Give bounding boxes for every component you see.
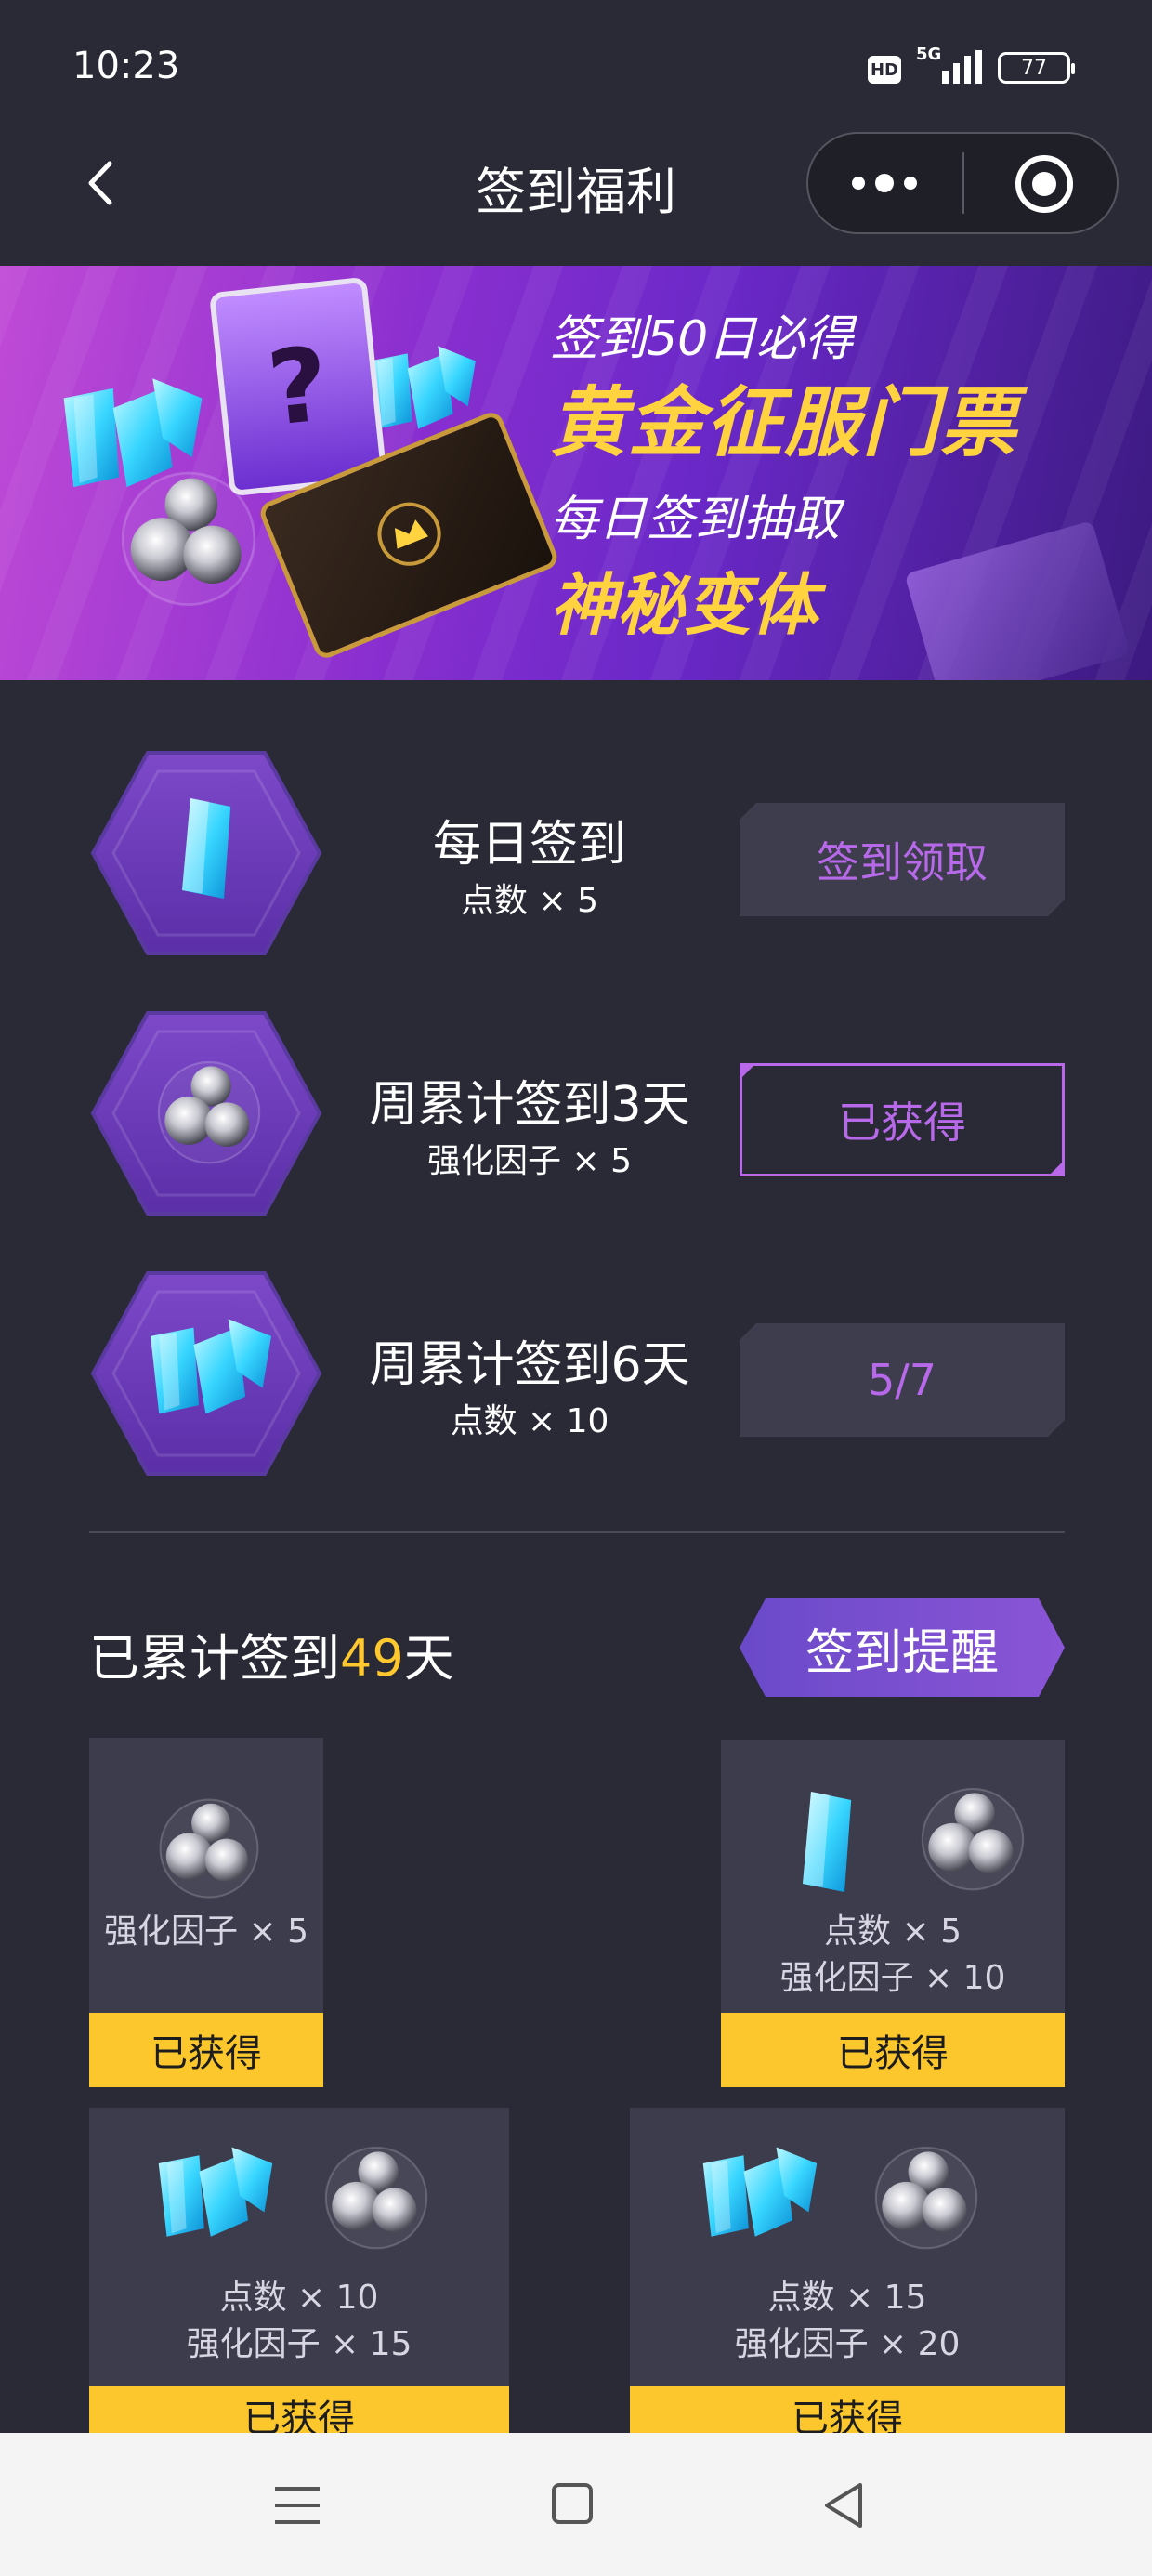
reward-card-1-line-1: 强化因子 × 5 — [104, 1912, 308, 1951]
reward-card-3-line-1: 点数 × 10 — [219, 2279, 379, 2317]
crystal-cluster-icon — [695, 2136, 825, 2256]
banner-line-3: 每日签到抽取 — [550, 492, 841, 547]
reward-card-3: 点数 × 10 强化因子 × 15 已获得 — [89, 2108, 509, 2444]
banner-orb-icon — [110, 457, 268, 615]
reward-card-4-line-1: 点数 × 15 — [767, 2279, 927, 2317]
reward-card-2-status: 已获得 — [721, 2013, 1065, 2087]
orb-icon — [151, 1788, 268, 1905]
reward-card-2: 点数 × 5 强化因子 × 10 已获得 — [721, 1740, 1065, 2087]
task-week6-reward: 点数 × 10 — [450, 1402, 609, 1440]
cumulative-days-text: 已累计签到49天 — [89, 1617, 454, 1690]
status-time: 10:23 — [72, 45, 180, 87]
reward-card-2-line-1: 点数 × 5 — [824, 1912, 962, 1951]
signal-bars-icon — [942, 50, 982, 84]
more-icon[interactable] — [847, 167, 922, 199]
task-week3-reward: 强化因子 × 5 — [427, 1142, 632, 1180]
task-daily-title: 每日签到 — [432, 817, 626, 873]
task-week6-title: 周累计签到6天 — [369, 1337, 690, 1393]
reward-card-4: 点数 × 15 强化因子 × 20 已获得 — [630, 2108, 1065, 2444]
crystal-icon — [165, 788, 249, 909]
cumulative-prefix: 已累计签到 — [89, 1629, 340, 1688]
reward-card-1: 强化因子 × 5 已获得 — [89, 1738, 323, 2087]
checkin-claim-button[interactable]: 签到领取 — [740, 803, 1065, 916]
orb-icon — [149, 1050, 269, 1171]
orb-icon — [866, 2136, 987, 2256]
home-icon[interactable] — [552, 2483, 593, 2524]
reward-card-3-line-2: 强化因子 × 15 — [186, 2325, 412, 2363]
promo-banner[interactable]: ? 签到50日必得 黄金征服门票 每日签到抽取 神秘变体 — [0, 266, 1152, 680]
task-week3-obtained-button[interactable]: 已获得 — [740, 1063, 1065, 1176]
hd-badge: HD — [868, 56, 901, 84]
reward-card-2-line-2: 强化因子 × 10 — [779, 1959, 1006, 1997]
checkin-remind-button[interactable]: 签到提醒 — [740, 1598, 1065, 1697]
battery-icon: 77 — [998, 52, 1075, 84]
close-target-icon[interactable] — [1013, 152, 1076, 216]
orb-icon — [316, 2136, 437, 2256]
nav-back-icon[interactable] — [821, 2481, 866, 2530]
crystal-icon — [786, 1777, 870, 1907]
task-daily-reward: 点数 × 5 — [461, 882, 598, 920]
reward-card-4-line-2: 强化因子 × 20 — [734, 2325, 961, 2363]
banner-line-2: 黄金征服门票 — [550, 379, 1018, 467]
cumulative-suffix: 天 — [403, 1629, 454, 1688]
banner-line-4: 神秘变体 — [550, 566, 818, 644]
banner-line-1: 签到50日必得 — [550, 311, 854, 367]
crystal-cluster-icon — [151, 2136, 281, 2256]
crystal-cluster-icon — [141, 1310, 281, 1431]
status-bar: 10:23 HD 5G 77 — [0, 0, 1152, 139]
menu-icon[interactable] — [271, 2483, 323, 2528]
checkin-claim-label: 签到领取 — [817, 837, 988, 887]
task-week6-progress: 5/7 — [740, 1323, 1065, 1437]
cumulative-days-count: 49 — [340, 1629, 404, 1688]
capsule-divider — [962, 152, 964, 214]
section-divider — [89, 1531, 1065, 1533]
reward-card-1-status: 已获得 — [89, 2013, 323, 2087]
task-week3-title: 周累计签到3天 — [369, 1077, 690, 1133]
task-week3-status: 已获得 — [838, 1097, 966, 1148]
orb-icon — [912, 1777, 1033, 1898]
task-week6-progress-label: 5/7 — [867, 1355, 937, 1405]
